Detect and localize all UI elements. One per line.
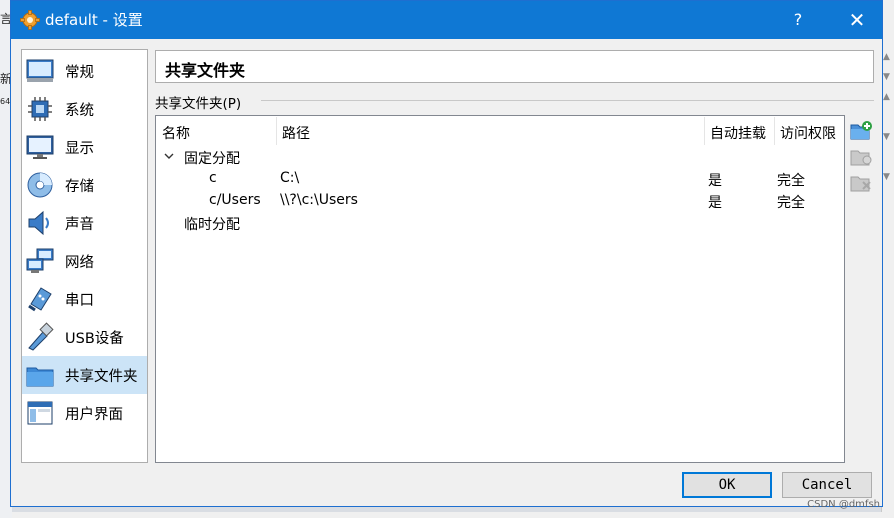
folder-name: c/Users [209,192,261,208]
nav-item-audio[interactable]: 声音 [22,204,147,242]
folder-icon [26,367,54,387]
scroll-up-icon: ▲ [883,92,890,102]
group-label: 临时分配 [184,217,240,233]
tree-group-machine[interactable]: 固定分配 [156,146,844,168]
folder-path: C:\ [280,170,300,186]
watermark: CSDN @dmfsh [807,499,880,510]
scroll-down-icon: ▼ [883,72,890,82]
nav-label: 常规 [65,65,94,81]
group-divider [261,100,874,101]
nav-item-storage[interactable]: 存储 [22,166,147,204]
background-window-bottom [12,512,882,518]
folder-access: 完全 [777,195,805,211]
nav-item-network[interactable]: 网络 [22,242,147,280]
group-label: 固定分配 [184,151,240,167]
page-title-box: 共享文件夹 [155,50,874,83]
background-fragment: 言 [0,12,10,24]
gear-icon [20,10,40,30]
background-fragment: 新 [0,72,10,84]
settings-nav: 常规 系统 显示 存储 声音 网络 串口 USB设备 共享文件夹 用户界面 [21,49,148,463]
ok-button[interactable]: OK [682,472,772,498]
add-folder-icon[interactable] [849,119,873,141]
folder-name: c [209,170,217,186]
nav-item-shared-folders[interactable]: 共享文件夹 [22,356,147,394]
column-header-path[interactable]: 路径 [276,116,704,146]
shared-folders-table[interactable]: 名称 路径 自动挂载 访问权限 固定分配 c C:\ 是 完全 c/Users … [155,115,845,463]
chip-icon [28,97,52,121]
nav-item-user-interface[interactable]: 用户界面 [22,394,147,432]
title-bar[interactable]: default - 设置 ? ✕ [11,1,882,39]
scroll-down-icon: ▼ [883,132,890,142]
table-row[interactable]: c C:\ 是 完全 [156,168,844,190]
network-icon [26,248,54,273]
nav-item-display[interactable]: 显示 [22,128,147,166]
settings-dialog: default - 设置 ? ✕ 常规 系统 显示 存储 声音 网络 串口 US… [10,0,883,507]
help-button[interactable]: ? [781,1,815,39]
close-button[interactable]: ✕ [837,1,877,39]
nav-label: 显示 [65,141,94,157]
scroll-up-icon: ▲ [883,52,890,62]
folder-automount: 是 [708,173,722,189]
nav-item-general[interactable]: 常规 [22,52,147,90]
folder-automount: 是 [708,195,722,211]
nav-label: 存储 [65,179,94,195]
column-header-access[interactable]: 访问权限 [774,116,844,146]
usb-icon [28,322,54,351]
nav-label: 共享文件夹 [65,369,138,385]
table-row[interactable]: c/Users \\?\c:\Users 是 完全 [156,190,844,212]
nav-label: 声音 [65,217,94,233]
disk-icon [27,172,53,198]
monitor-general-icon [26,59,54,82]
page-title: 共享文件夹 [165,61,246,80]
nav-label: 系统 [65,103,94,119]
edit-folder-icon[interactable] [849,145,873,167]
nav-label: 网络 [65,255,94,271]
tree-group-transient[interactable]: 临时分配 [156,212,844,234]
nav-label: USB设备 [65,331,124,347]
column-header-name[interactable]: 名称 [156,116,276,146]
remove-folder-icon[interactable] [849,171,873,193]
scroll-down-icon: ▼ [883,172,890,182]
column-header-automount[interactable]: 自动挂载 [704,116,774,146]
serial-port-icon [28,287,52,312]
cancel-button[interactable]: Cancel [782,472,872,498]
shared-folders-group-label: 共享文件夹(P) [155,96,242,112]
nav-label: 串口 [65,293,94,309]
window-ui-icon [27,401,53,425]
window-title: default - 设置 [45,11,143,29]
nav-item-system[interactable]: 系统 [22,90,147,128]
folder-path: \\?\c:\Users [280,192,358,208]
nav-label: 用户界面 [65,407,123,423]
nav-item-usb[interactable]: USB设备 [22,318,147,356]
folder-access: 完全 [777,173,805,189]
display-icon [26,135,54,159]
nav-item-serial-ports[interactable]: 串口 [22,280,147,318]
speaker-icon [28,210,49,236]
chevron-down-icon[interactable] [163,150,175,162]
background-fragment: 64 [0,97,10,106]
